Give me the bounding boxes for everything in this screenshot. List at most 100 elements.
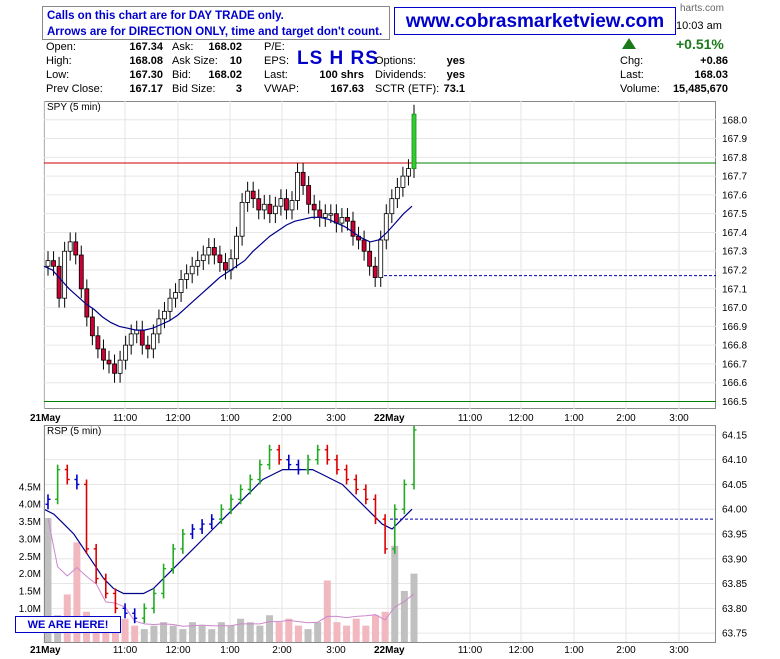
price-tick-label: 167.3 <box>722 247 747 258</box>
rsp-right-tick-label: 64.05 <box>722 480 747 491</box>
candle-body <box>350 220 356 237</box>
rsp-right-tick-label: 63.85 <box>722 579 747 590</box>
candle-body <box>184 273 190 280</box>
candle-body <box>300 171 306 186</box>
candle-body <box>256 198 262 211</box>
x-tick-label: 22May <box>374 645 405 656</box>
candle-body <box>367 250 373 267</box>
candle-body <box>45 260 51 267</box>
rsp-left-tick-label: 4.0M <box>19 500 41 511</box>
x-tick-label: 3:00 <box>326 645 346 656</box>
rsp-left-tick-label: 4.5M <box>19 482 41 493</box>
price-moving-average <box>43 205 413 331</box>
x-tick-label: 21May <box>30 413 61 424</box>
price-tick-label: 167.2 <box>722 266 747 277</box>
candle-body <box>278 198 284 207</box>
rsp-right-tick-label: 64.10 <box>722 455 747 466</box>
candle-body <box>101 348 106 361</box>
candle-body <box>195 260 201 267</box>
x-tick-label: 3:00 <box>326 413 346 424</box>
candle-body <box>400 175 406 188</box>
candle-body <box>139 329 145 346</box>
rsp-right-tick-label: 64.00 <box>722 505 747 516</box>
candle-body <box>89 316 95 337</box>
candle-body <box>284 198 289 211</box>
rsp-x-axis: 21May 11:00 12:00 1:00 2:00 3:00 22May 11:00 12:… <box>30 645 689 656</box>
candle-body <box>162 310 167 320</box>
x-tick-label: 12:00 <box>508 645 533 656</box>
candle-body <box>389 198 395 215</box>
rsp-right-tick-label: 63.95 <box>722 530 747 541</box>
candle-body <box>411 113 417 170</box>
rsp-left-tick-label: 1.5M <box>19 586 41 597</box>
candle-body <box>261 203 267 211</box>
candle-body <box>306 185 312 205</box>
candle-body <box>372 265 378 278</box>
price-tick-label: 167.4 <box>722 228 747 239</box>
candle-body <box>95 335 101 350</box>
candle-body <box>406 168 411 177</box>
x-tick-label: 12:00 <box>508 413 533 424</box>
candle-body <box>378 239 384 278</box>
rsp-left-tick-label: 1.0M <box>19 604 41 615</box>
candle-body <box>394 186 400 200</box>
rsp-right-tick-label: 63.75 <box>722 629 747 640</box>
candle-body <box>211 247 217 256</box>
x-tick-label: 2:00 <box>616 645 636 656</box>
price-tick-label: 168.0 <box>722 115 747 126</box>
price-tick-label: 166.7 <box>722 359 747 370</box>
rsp-right-axis: 64.15 64.10 64.05 64.00 63.95 63.90 63.85 63.80… <box>722 430 747 639</box>
candle-body <box>295 171 300 201</box>
candle-body <box>123 344 129 361</box>
rsp-left-tick-label: 2.0M <box>19 569 41 580</box>
x-tick-label: 11:00 <box>113 413 138 424</box>
candle-body <box>223 262 228 271</box>
candle-body <box>267 203 273 215</box>
rsp-panel-title: RSP (5 min) <box>47 426 102 437</box>
candle-body <box>289 200 295 211</box>
candle-body <box>178 279 184 293</box>
x-tick-label: 1:00 <box>564 645 584 656</box>
x-tick-label: 11:00 <box>113 645 138 656</box>
price-candles <box>45 104 417 383</box>
candle-body <box>51 260 56 267</box>
x-tick-label: 11:00 <box>458 645 483 656</box>
candle-body <box>272 205 278 215</box>
candle-body <box>173 292 178 299</box>
candle-body <box>322 213 328 218</box>
candle-body <box>311 203 317 211</box>
price-tick-label: 167.9 <box>722 134 747 145</box>
rsp-right-tick-label: 63.80 <box>722 604 747 615</box>
rsp-left-tick-label: 3.5M <box>19 517 41 528</box>
price-tick-label: 167.6 <box>722 190 747 201</box>
x-tick-label: 1:00 <box>220 645 240 656</box>
candle-body <box>128 333 134 346</box>
price-tick-label: 167.8 <box>722 153 747 164</box>
x-tick-label: 11:00 <box>458 413 483 424</box>
candle-body <box>106 359 112 365</box>
candle-body <box>317 209 323 218</box>
rsp-panel <box>44 425 716 643</box>
price-tick-label: 166.6 <box>722 378 747 389</box>
candle-body <box>250 190 256 200</box>
candle-body <box>217 254 223 263</box>
candle-body <box>234 235 239 260</box>
x-tick-label: 2:00 <box>616 413 636 424</box>
candle-body <box>167 297 173 312</box>
rsp-right-tick-label: 64.15 <box>722 430 747 441</box>
candle-body <box>345 217 350 222</box>
candle-body <box>383 213 389 241</box>
price-y-axis: 168.0 167.9 167.8 167.7 167.6 167.5 167.4 167.3… <box>722 115 747 408</box>
price-level-lines <box>44 162 716 402</box>
rsp-right-tick-label: 63.90 <box>722 554 747 565</box>
candle-body <box>62 250 68 299</box>
x-tick-label: 3:00 <box>669 413 689 424</box>
candle-body <box>145 344 151 350</box>
x-tick-label: 1:00 <box>564 413 584 424</box>
price-tick-label: 166.8 <box>722 341 747 352</box>
rsp-left-tick-label: 2.5M <box>19 552 41 563</box>
x-tick-label: 1:00 <box>220 413 240 424</box>
price-tick-label: 167.7 <box>722 172 747 183</box>
price-tick-label: 166.9 <box>722 322 747 333</box>
candle-body <box>78 254 84 290</box>
